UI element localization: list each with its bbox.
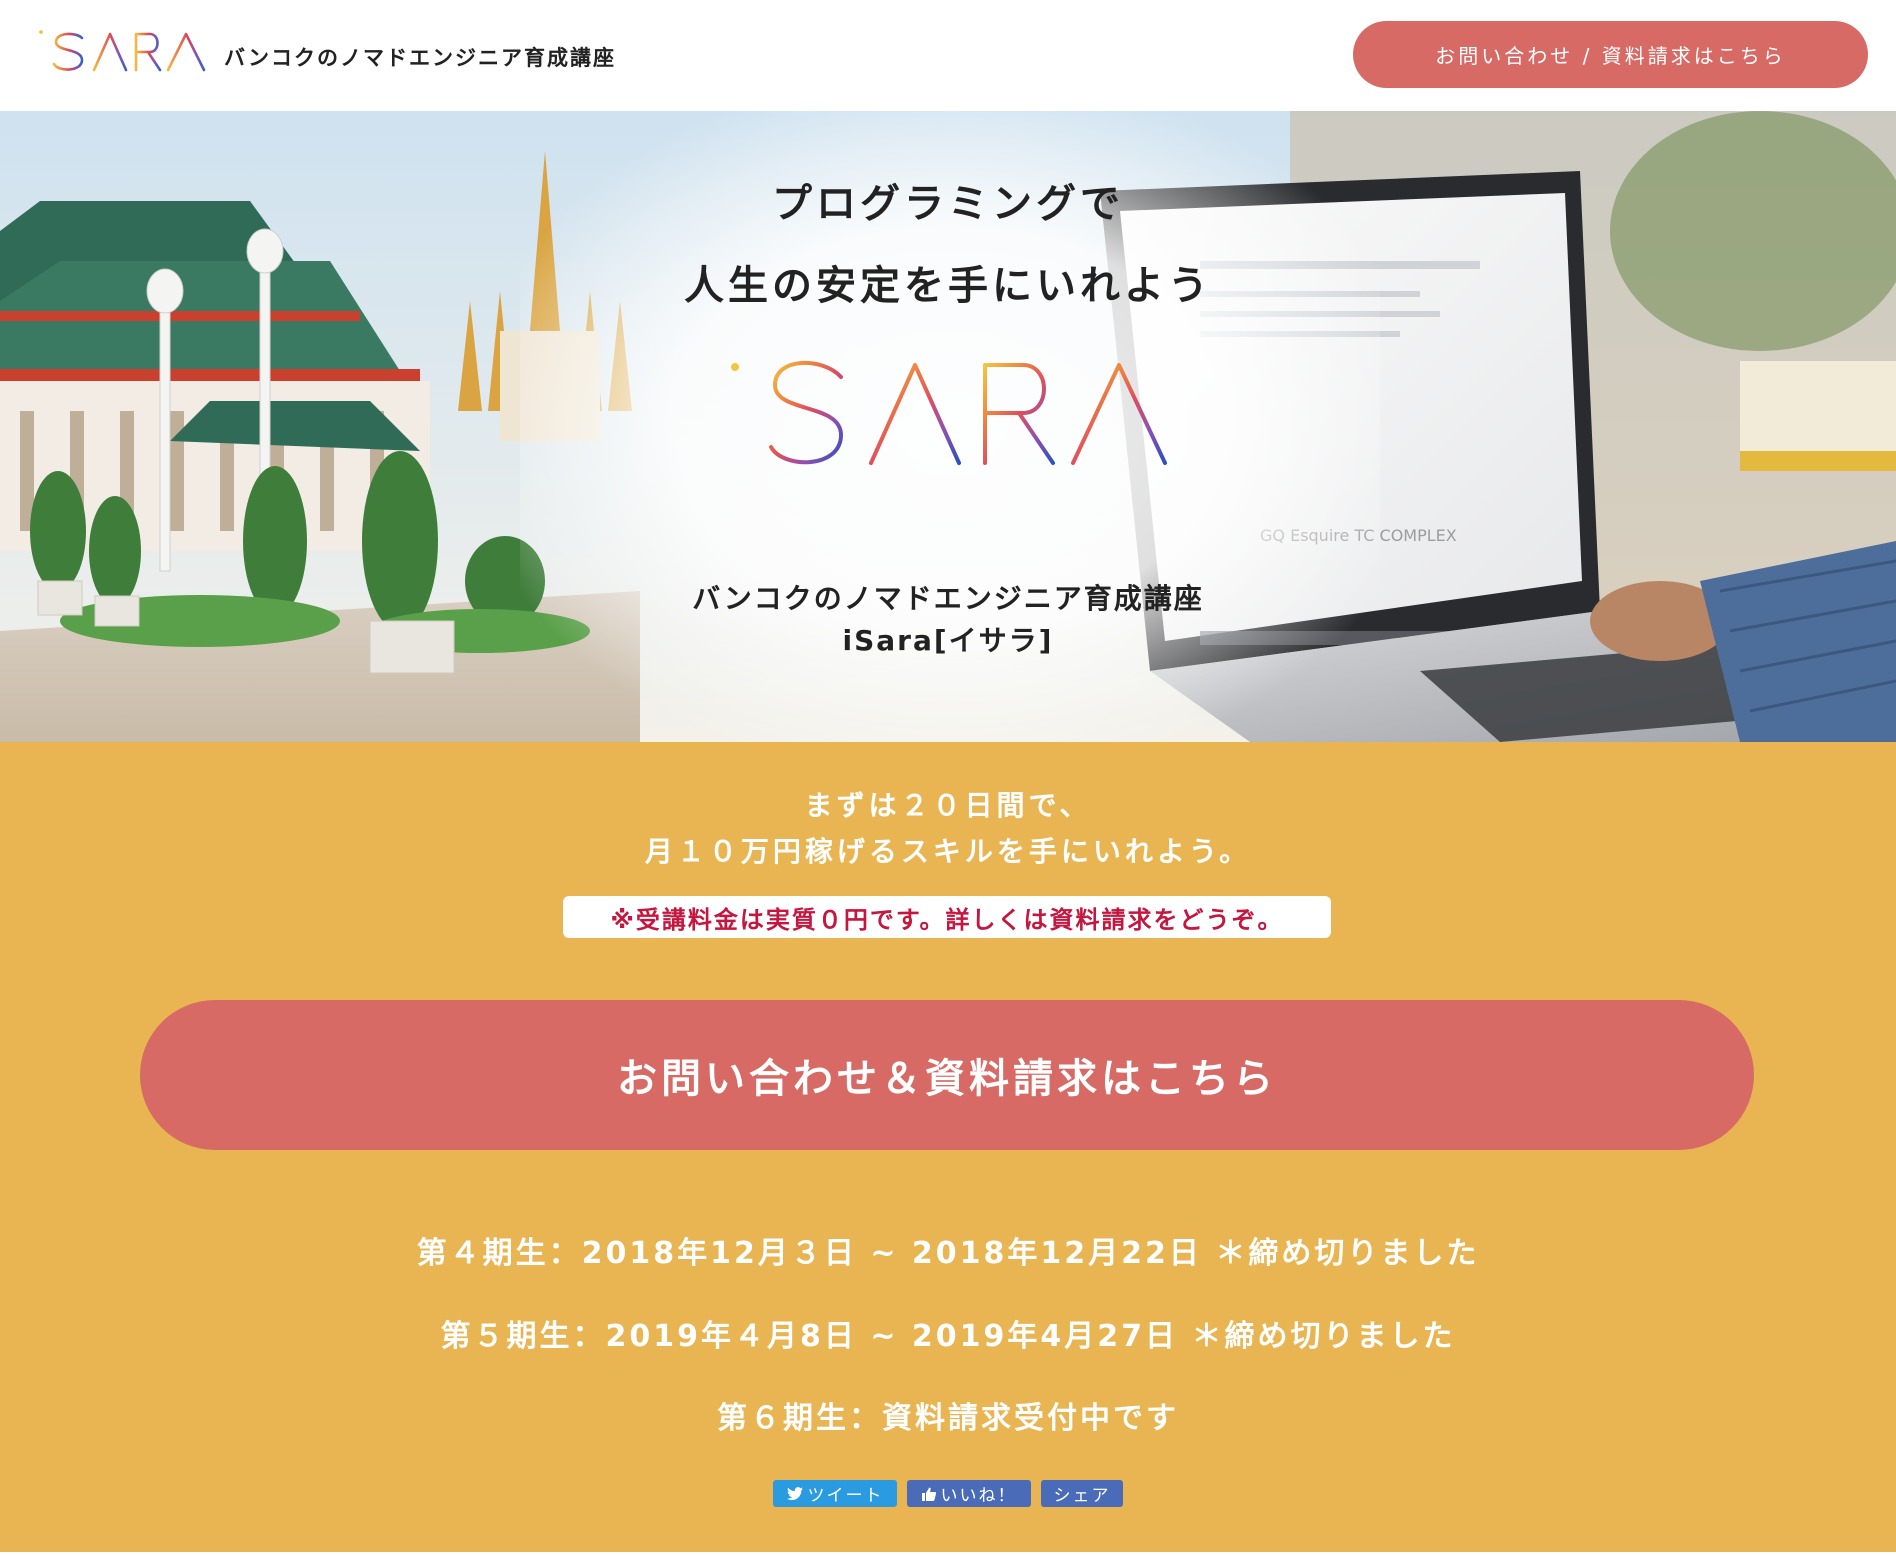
- isara-logo-mark: [39, 30, 206, 72]
- hero-section: GQ Esquire TC COMPLEX プログラミングで 人生の安定を手にい…: [0, 111, 1896, 742]
- facebook-share-button[interactable]: シェア: [1041, 1480, 1123, 1507]
- term-5: 第５期生：2019年４月8日 ~ 2019年4月27日 ＊締め切りました: [440, 1319, 1456, 1354]
- term-4: 第４期生：2018年12月３日 ~ 2018年12月22日 ＊締め切りました: [416, 1236, 1480, 1271]
- tweet-label: ツイート: [807, 1486, 884, 1506]
- hero-headline-line2: 人生の安定を手にいれよう: [684, 263, 1212, 309]
- promo-line2: 月１０万円稼げるスキルを手にいれよう。: [644, 835, 1252, 868]
- hero-isara-logo: [731, 360, 1167, 465]
- thumbs-up-icon: [921, 1487, 936, 1501]
- hero-headline-line1: プログラミングで: [772, 181, 1124, 227]
- site-header: バンコクのノマドエンジニア育成講座 お問い合わせ / 資料請求はこちら: [0, 0, 1896, 111]
- page-bottom-strip: [0, 1552, 1896, 1556]
- main-contact-button[interactable]: お問い合わせ＆資料請求はこちら: [140, 1000, 1754, 1150]
- hero-subtitle-line2: iSara[イサラ]: [842, 624, 1054, 657]
- header-tagline: バンコクのノマドエンジニア育成講座: [224, 46, 617, 70]
- header-contact-button[interactable]: お問い合わせ / 資料請求はこちら: [1353, 21, 1868, 88]
- share-buttons: ツイート いいね！ シェア: [0, 1480, 1896, 1507]
- like-button[interactable]: いいね！: [907, 1480, 1031, 1507]
- brand-logo[interactable]: バンコクのノマドエンジニア育成講座: [36, 28, 616, 74]
- share-label: シェア: [1053, 1486, 1111, 1506]
- term-6: 第６期生：資料請求受付中です: [717, 1401, 1179, 1436]
- tweet-button[interactable]: ツイート: [773, 1480, 897, 1507]
- like-label: いいね！: [940, 1486, 1017, 1506]
- tuition-note: ※受講料金は実質０円です。詳しくは資料請求をどうぞ。: [563, 896, 1331, 938]
- twitter-bird-icon: [786, 1486, 803, 1500]
- promo-section: まずは２０日間で、 月１０万円稼げるスキルを手にいれよう。 ※受講料金は実質０円…: [0, 742, 1896, 1556]
- promo-line1: まずは２０日間で、: [804, 789, 1092, 822]
- hero-subtitle-line1: バンコクのノマドエンジニア育成講座: [692, 582, 1204, 615]
